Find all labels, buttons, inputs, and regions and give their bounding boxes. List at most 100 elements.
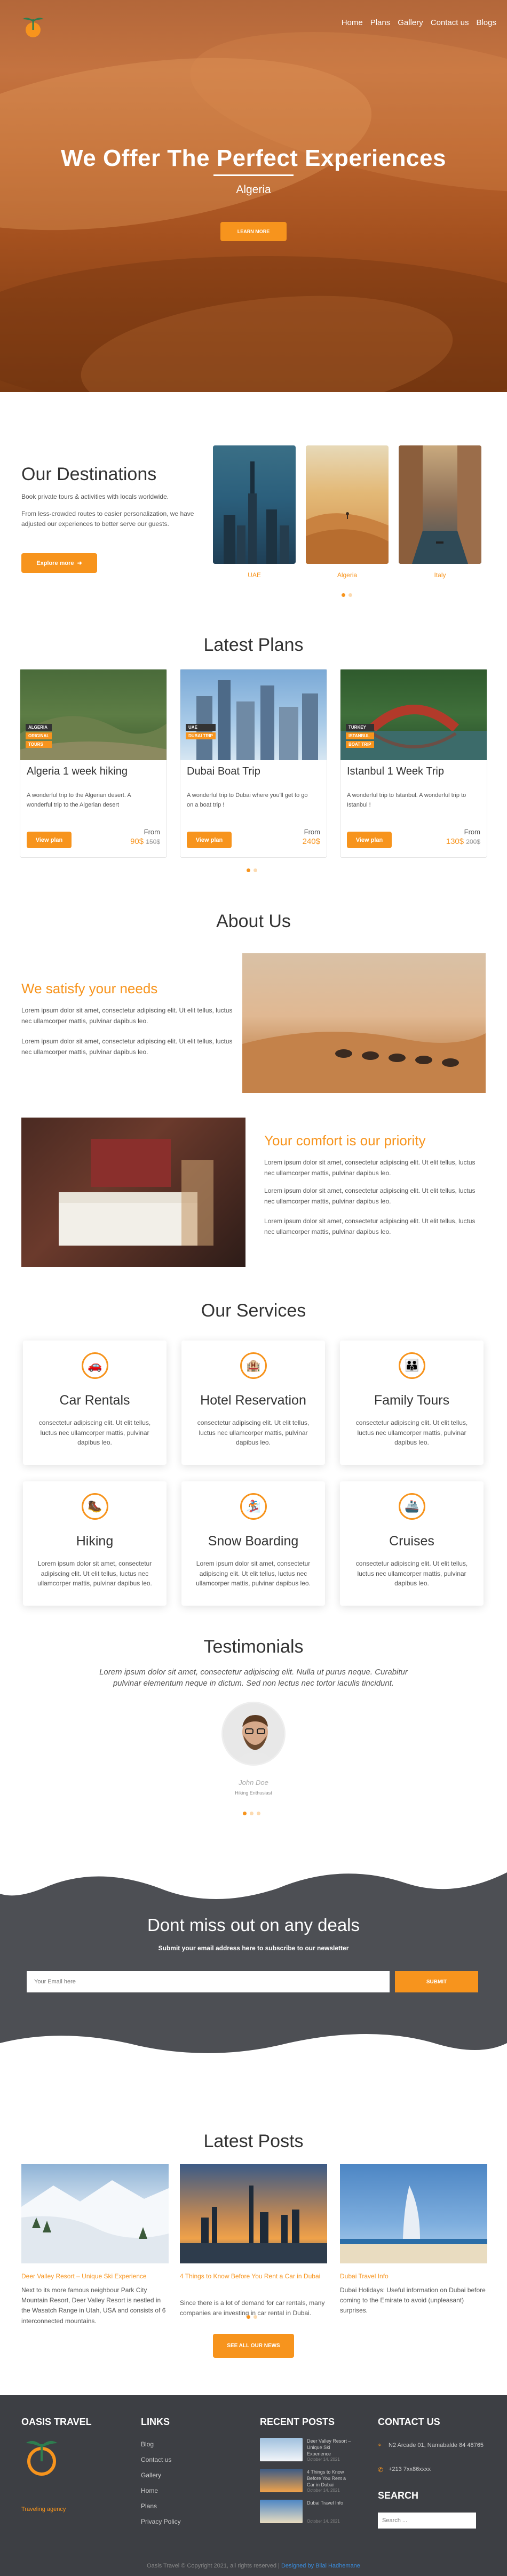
uae-skyline-image — [224, 461, 289, 564]
about-text: Lorem ipsum dolor sit amet, consectetur … — [21, 1038, 233, 1056]
service-description: consectetur adipiscing elit. Ut elit tel… — [355, 1419, 468, 1447]
destinations-text-1: Book private tours & activities with loc… — [21, 493, 169, 500]
plan-title: Istanbul 1 Week Trip — [347, 765, 444, 777]
footer-link-privacy[interactable]: Privacy Policy — [141, 2518, 181, 2525]
footer-search-title: SEARCH — [378, 2490, 419, 2501]
submit-button[interactable]: SUBMIT — [395, 1971, 478, 1992]
post-image-ski[interactable] — [21, 2164, 169, 2263]
nav-gallery[interactable]: Gallery — [398, 18, 423, 27]
oasis-logo-icon[interactable] — [22, 2435, 61, 2477]
service-card-car-rentals[interactable]: 🚗 Car Rentals consectetur adipiscing eli… — [23, 1341, 167, 1465]
pagination-dot[interactable] — [254, 2315, 257, 2319]
avatar — [221, 1702, 286, 1766]
explore-more-button[interactable]: Explore more ➜ — [21, 553, 97, 573]
destination-card-uae[interactable] — [213, 445, 296, 564]
explore-more-label: Explore more — [36, 560, 74, 567]
nav-blogs[interactable]: Blogs — [476, 18, 496, 27]
about-heading-1: We satisfy your needs — [21, 980, 158, 996]
pagination-dot[interactable] — [254, 868, 257, 872]
destination-card-algeria[interactable] — [306, 445, 389, 564]
footer-link-blog[interactable]: Blog — [141, 2441, 154, 2448]
recent-post-date: October 14, 2021 — [307, 2519, 340, 2524]
email-field[interactable] — [27, 1971, 390, 1992]
recent-post-title: Deer Valley Resort – Unique Ski Experien… — [307, 2438, 351, 2457]
plan-title: Algeria 1 week hiking — [27, 765, 128, 777]
service-title: Snow Boarding — [208, 1534, 299, 1549]
testimonial-name: John Doe — [239, 1779, 268, 1787]
hotel-room-image — [21, 1118, 245, 1267]
footer-link-contact[interactable]: Contact us — [141, 2456, 171, 2463]
post-title[interactable]: Dubai Travel Info — [340, 2272, 487, 2280]
pagination-dot[interactable] — [250, 1812, 254, 1815]
arrow-right-icon: ➜ — [77, 560, 82, 567]
service-description: consectetur adipiscing elit. Ut elit tel… — [197, 1419, 310, 1447]
recent-post-thumb — [260, 2500, 303, 2523]
services-title: Our Services — [201, 1301, 306, 1321]
recent-post-item[interactable]: Dubai Travel Info October 14, 2021 — [260, 2500, 352, 2525]
pagination-dot[interactable] — [247, 868, 250, 872]
plan-tags: ALGERIA ORIGINAL TOURS — [26, 724, 52, 748]
destination-label-italy[interactable]: Italy — [399, 571, 481, 579]
service-description: consectetur adipiscing elit. Ut elit tel… — [355, 1560, 468, 1588]
pagination-dot[interactable] — [247, 2315, 250, 2319]
plan-card-algeria[interactable]: ALGERIA ORIGINAL TOURS Algeria 1 week hi… — [20, 669, 167, 858]
plan-price: 90$ 150$ — [130, 837, 160, 846]
service-card-hiking[interactable]: 🥾 Hiking Lorem ipsum dolor sit amet, con… — [23, 1481, 167, 1606]
service-card-hotel[interactable]: 🏨 Hotel Reservation consectetur adipisci… — [181, 1341, 325, 1465]
plan-description: A wonderful trip to the Algerian desert.… — [27, 792, 131, 808]
plan-image — [180, 669, 327, 760]
destination-card-italy[interactable] — [399, 445, 481, 564]
view-plan-button[interactable]: View plan — [187, 832, 232, 848]
about-text: Lorem ipsum dolor sit amet, consectetur … — [21, 1007, 233, 1025]
search-input[interactable] — [378, 2513, 476, 2529]
recent-post-item[interactable]: Deer Valley Resort – Unique Ski Experien… — [260, 2438, 352, 2463]
see-all-news-button[interactable]: SEE ALL OUR NEWS — [213, 2334, 294, 2358]
plan-price: 240$ — [302, 837, 320, 846]
service-card-cruises[interactable]: 🚢 Cruises consectetur adipiscing elit. U… — [340, 1481, 484, 1606]
recent-post-date: October 14, 2021 — [307, 2457, 340, 2462]
post-title[interactable]: 4 Things to Know Before You Rent a Car i… — [180, 2272, 327, 2280]
service-card-family[interactable]: 👪 Family Tours consectetur adipiscing el… — [340, 1341, 484, 1465]
camel-caravan-image — [242, 953, 486, 1093]
plan-tags: UAE DUBAI TRIP — [186, 724, 216, 739]
main-nav: Home Plans Gallery Contact us Blogs — [342, 18, 496, 27]
footer-address: N2 Arcade 01, Namabalde 84 48765 — [389, 2442, 484, 2449]
pagination-dot[interactable] — [348, 593, 352, 597]
service-card-snowboarding[interactable]: 🏂 Snow Boarding Lorem ipsum dolor sit am… — [181, 1481, 325, 1606]
view-plan-button[interactable]: View plan — [347, 832, 392, 848]
post-title[interactable]: Deer Valley Resort – Unique Ski Experien… — [21, 2272, 169, 2280]
nav-home[interactable]: Home — [342, 18, 363, 27]
about-text: Lorem ipsum dolor sit amet, consectetur … — [264, 1159, 476, 1177]
pagination-dot[interactable] — [243, 1812, 247, 1815]
logo-icon[interactable] — [19, 12, 47, 39]
italy-canal-image — [399, 445, 481, 564]
location-pin-icon: ⌖ — [378, 2441, 382, 2449]
learn-more-button[interactable]: LEARN MORE — [220, 222, 287, 241]
testimonials-title: Testimonials — [203, 1637, 304, 1657]
footer-link-plans[interactable]: Plans — [141, 2502, 157, 2510]
pagination-dot[interactable] — [257, 1812, 260, 1815]
plan-tag: ALGERIA — [26, 724, 52, 731]
post-image-dubai-cars[interactable] — [180, 2164, 327, 2263]
footer-link-home[interactable]: Home — [141, 2487, 158, 2494]
plan-card-dubai[interactable]: UAE DUBAI TRIP Dubai Boat Trip A wonderf… — [180, 669, 327, 858]
plan-card-istanbul[interactable]: TURKEY ISTANBUL BOAT TRIP Istanbul 1 Wee… — [340, 669, 487, 858]
plan-old-price: 150$ — [146, 838, 160, 846]
designer-link[interactable]: Designed by Bilal Hadhemane — [281, 2563, 360, 2569]
nav-contact[interactable]: Contact us — [431, 18, 469, 27]
footer-phone[interactable]: +213 7xx86xxxx — [389, 2466, 431, 2473]
plan-tag: BOAT TRIP — [346, 741, 374, 748]
destination-label-algeria[interactable]: Algeria — [306, 571, 389, 579]
pagination-dot[interactable] — [342, 593, 345, 597]
recent-post-item[interactable]: 4 Things to Know Before You Rent a Car i… — [260, 2469, 352, 2494]
recent-post-thumb — [260, 2438, 303, 2461]
plan-from-label: From — [304, 828, 320, 836]
destination-label-uae[interactable]: UAE — [213, 571, 296, 579]
view-plan-button[interactable]: View plan — [27, 832, 72, 848]
footer-recent-title: RECENT POSTS — [260, 2417, 335, 2427]
testimonial-role: Hiking Enthusiast — [235, 1790, 272, 1796]
footer-link-gallery[interactable]: Gallery — [141, 2471, 161, 2479]
nav-plans[interactable]: Plans — [370, 18, 391, 27]
destinations-pagination — [342, 593, 352, 597]
post-image-dubai-info[interactable] — [340, 2164, 487, 2263]
